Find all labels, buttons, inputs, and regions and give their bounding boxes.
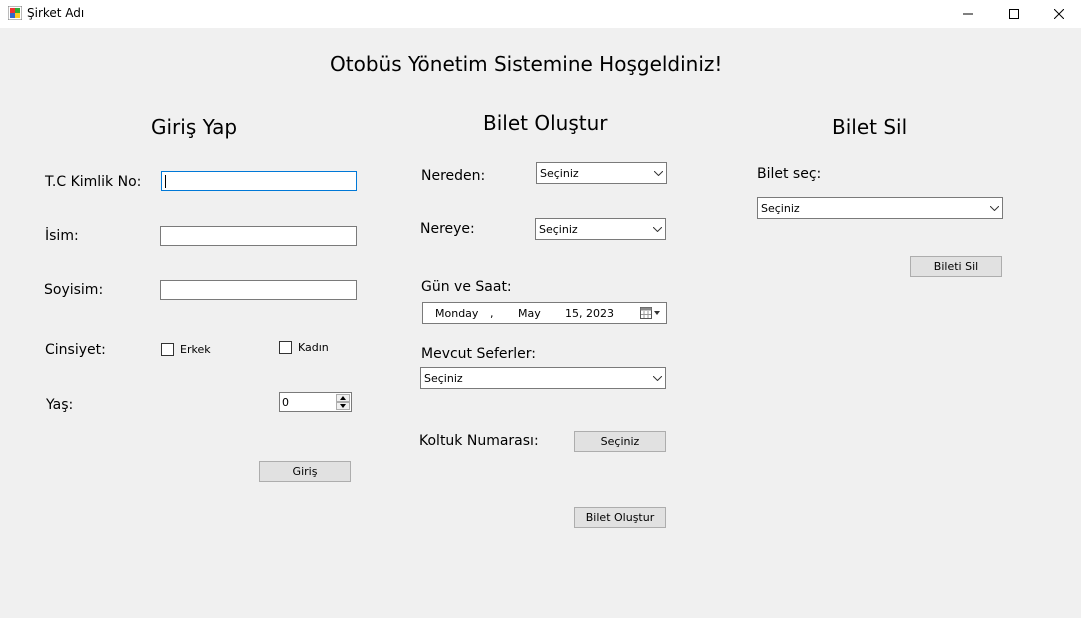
chevron-down-icon bbox=[652, 375, 662, 381]
age-stepper[interactable]: 0 bbox=[279, 392, 352, 412]
tc-label: T.C Kimlik No: bbox=[45, 174, 142, 190]
spin-down-button[interactable] bbox=[336, 402, 350, 410]
seat-select-button[interactable]: Seçiniz bbox=[574, 431, 666, 452]
male-checkbox[interactable] bbox=[161, 343, 174, 356]
create-ticket-heading: Bilet Oluştur bbox=[483, 111, 608, 135]
tc-input[interactable] bbox=[161, 171, 357, 191]
name-input[interactable] bbox=[160, 226, 357, 246]
trips-label: Mevcut Seferler: bbox=[421, 346, 537, 362]
chevron-down-icon bbox=[989, 205, 999, 211]
datetime-label: Gün ve Saat: bbox=[421, 279, 512, 295]
spin-up-button[interactable] bbox=[336, 394, 350, 402]
ticket-select-label: Bilet seç: bbox=[757, 166, 822, 182]
age-value: 0 bbox=[282, 396, 289, 409]
main-title: Otobüs Yönetim Sistemine Hoşgeldiniz! bbox=[330, 52, 723, 76]
date-separator: , bbox=[490, 307, 494, 320]
chevron-down-icon bbox=[340, 404, 346, 408]
title-bar: Şirket Adı bbox=[0, 0, 1081, 28]
delete-ticket-heading: Bilet Sil bbox=[832, 115, 908, 139]
date-weekday: Monday bbox=[435, 307, 479, 320]
calendar-icon[interactable] bbox=[640, 307, 662, 319]
minimize-button[interactable] bbox=[945, 0, 991, 28]
create-ticket-button[interactable]: Bilet Oluştur bbox=[574, 507, 666, 528]
app-icon bbox=[8, 6, 22, 20]
surname-input[interactable] bbox=[160, 280, 357, 300]
close-button[interactable] bbox=[1036, 0, 1081, 28]
date-day-year: 15, 2023 bbox=[565, 307, 614, 320]
chevron-down-icon bbox=[652, 226, 662, 232]
date-picker[interactable]: Monday , May 15, 2023 bbox=[422, 302, 667, 324]
date-month: May bbox=[518, 307, 541, 320]
seat-label: Koltuk Numarası: bbox=[419, 433, 539, 449]
male-label[interactable]: Erkek bbox=[180, 343, 211, 356]
window-title: Şirket Adı bbox=[27, 6, 85, 20]
to-label: Nereye: bbox=[420, 221, 475, 237]
female-checkbox[interactable] bbox=[279, 341, 292, 354]
from-select[interactable]: Seçiniz bbox=[536, 162, 667, 184]
from-label: Nereden: bbox=[421, 168, 486, 184]
trips-select[interactable]: Seçiniz bbox=[420, 367, 666, 389]
name-label: İsim: bbox=[45, 228, 79, 244]
age-label: Yaş: bbox=[46, 397, 74, 413]
login-heading: Giriş Yap bbox=[151, 115, 238, 139]
chevron-up-icon bbox=[340, 396, 346, 400]
surname-label: Soyisim: bbox=[44, 282, 104, 298]
to-select[interactable]: Seçiniz bbox=[535, 218, 666, 240]
delete-ticket-button[interactable]: Bileti Sil bbox=[910, 256, 1002, 277]
close-icon bbox=[1054, 9, 1064, 19]
maximize-icon bbox=[1009, 9, 1019, 19]
login-button[interactable]: Giriş bbox=[259, 461, 351, 482]
text-caret bbox=[165, 175, 166, 188]
chevron-down-icon bbox=[653, 170, 663, 176]
age-spin-buttons bbox=[336, 394, 350, 410]
gender-label: Cinsiyet: bbox=[45, 342, 106, 358]
ticket-select[interactable]: Seçiniz bbox=[757, 197, 1003, 219]
minimize-icon bbox=[963, 13, 973, 15]
female-label[interactable]: Kadın bbox=[298, 341, 329, 354]
maximize-button[interactable] bbox=[991, 0, 1037, 28]
